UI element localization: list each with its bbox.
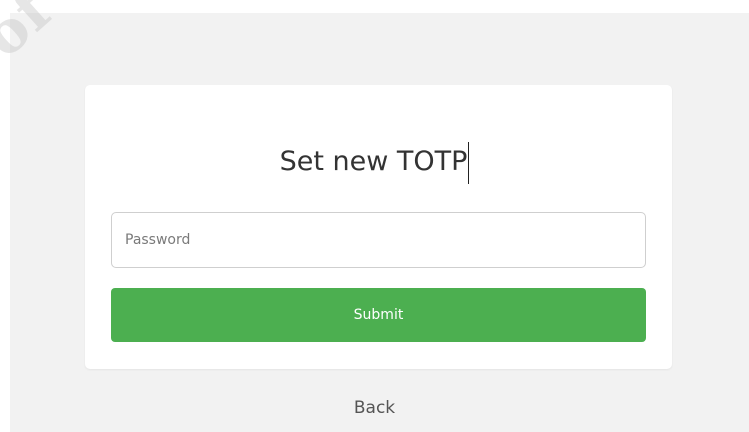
page: of Infor Set new TOTP Submit Back bbox=[0, 0, 749, 432]
form-title-text: Set new TOTP bbox=[279, 146, 468, 177]
submit-button[interactable]: Submit bbox=[111, 288, 646, 342]
password-input[interactable] bbox=[111, 212, 646, 268]
back-link[interactable]: Back bbox=[0, 398, 749, 418]
text-caret bbox=[468, 141, 470, 184]
form-title: Set new TOTP bbox=[0, 140, 749, 184]
